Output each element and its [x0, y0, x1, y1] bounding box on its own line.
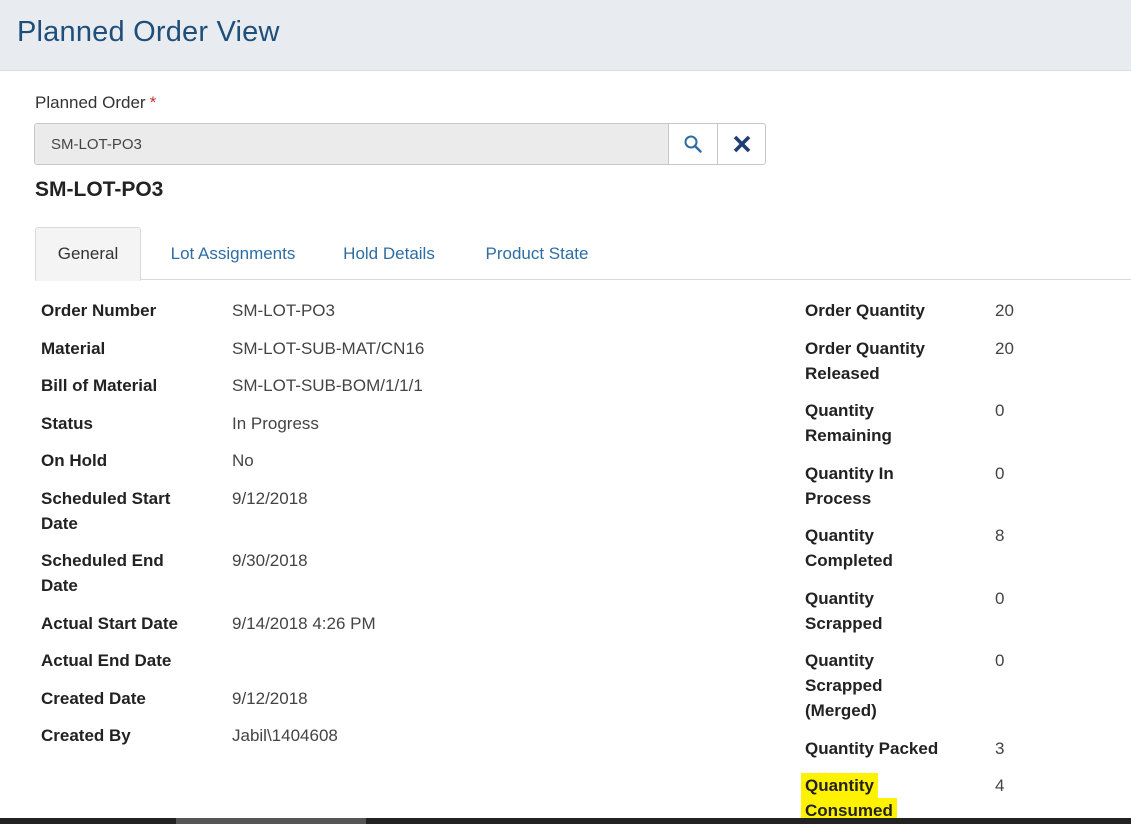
quantity-packed-value: 3 — [995, 739, 1005, 758]
planned-order-input[interactable]: SM-LOT-PO3 — [35, 124, 669, 164]
quantity-scrapped-label-line: Scrapped — [805, 614, 883, 633]
tab-hold-details[interactable]: Hold Details — [331, 227, 447, 280]
scheduled-start-date-label-line: Date — [41, 514, 78, 533]
quantity-consumed-label-text: Quantity — [805, 776, 874, 795]
order-number-value: SM-LOT-PO3 — [232, 301, 335, 320]
planned-order-label: Planned Order * — [35, 93, 156, 113]
material-value: SM-LOT-SUB-MAT/CN16 — [232, 339, 425, 358]
order-quantity-released-label-line: Order Quantity — [805, 339, 925, 358]
actual-start-date-value: 9/14/2018 4:26 PM — [232, 614, 376, 633]
quantity-scrapped-merged-label: Quantity Scrapped (Merged) — [805, 648, 882, 723]
material-label: Material — [41, 339, 106, 358]
quantity-remaining-value: 0 — [995, 401, 1005, 420]
quantity-in-process-label: Quantity In Process — [805, 461, 894, 511]
bottom-scrollbar-thumb[interactable] — [176, 818, 366, 824]
order-quantity-label: Order Quantity — [805, 301, 925, 320]
order-quantity-released-label-line: Released — [805, 364, 880, 383]
scheduled-end-date-label-line: Date — [41, 576, 78, 595]
order-quantity-value: 20 — [995, 301, 1014, 320]
created-by-value: Jabil\1404608 — [232, 726, 338, 745]
tab-product-state[interactable]: Product State — [471, 227, 603, 280]
created-date-value: 9/12/2018 — [232, 689, 308, 708]
created-by-label: Created By — [41, 726, 131, 745]
quantity-consumed-value: 4 — [995, 776, 1005, 795]
quantity-scrapped-merged-label-line: (Merged) — [805, 701, 877, 720]
planned-order-label-text: Planned Order — [35, 93, 146, 112]
tab-lot-assignments[interactable]: Lot Assignments — [153, 227, 313, 280]
order-number-label: Order Number — [41, 301, 157, 320]
scheduled-start-date-value: 9/12/2018 — [232, 489, 308, 508]
search-button[interactable] — [669, 124, 717, 164]
quantity-completed-label-line: Completed — [805, 551, 893, 570]
quantity-scrapped-merged-label-line: Scrapped — [805, 676, 883, 695]
quantity-scrapped-label: Quantity Scrapped — [805, 586, 882, 636]
search-icon — [684, 135, 702, 153]
quantity-completed-label-line: Quantity — [805, 526, 874, 545]
scheduled-end-date-value: 9/30/2018 — [232, 551, 308, 570]
scheduled-start-date-label-line: Scheduled Start — [41, 489, 171, 508]
quantity-in-process-label-line: Process — [805, 489, 872, 508]
on-hold-value: No — [232, 451, 254, 470]
on-hold-label: On Hold — [41, 451, 108, 470]
status-value: In Progress — [232, 414, 319, 433]
quantity-packed-label: Quantity Packed — [805, 739, 939, 758]
quantity-remaining-label-line: Remaining — [805, 426, 892, 445]
planned-order-lookup: SM-LOT-PO3 — [34, 123, 766, 165]
quantity-scrapped-label-line: Quantity — [805, 589, 874, 608]
required-marker: * — [149, 93, 157, 112]
bill-of-material-label: Bill of Material — [41, 376, 158, 395]
status-label: Status — [41, 414, 93, 433]
scheduled-start-date-label: Scheduled Start Date — [41, 486, 170, 536]
tab-bar: General Lot Assignments Hold Details Pro… — [35, 227, 1131, 281]
page-title: Planned Order View — [17, 16, 280, 48]
quantity-completed-label: Quantity Completed — [805, 523, 893, 573]
tab-general[interactable]: General — [35, 227, 141, 281]
quantity-consumed-label: Quantity Consumed — [801, 773, 897, 823]
actual-start-date-label: Actual Start Date — [41, 614, 178, 633]
scheduled-end-date-label: Scheduled End Date — [41, 548, 164, 598]
page-header: Planned Order View — [0, 0, 1131, 71]
bottom-scrollbar-track[interactable] — [0, 818, 1131, 824]
quantity-scrapped-merged-value: 0 — [995, 651, 1005, 670]
bill-of-material-value: SM-LOT-SUB-BOM/1/1/1 — [232, 376, 423, 395]
scheduled-end-date-label-line: Scheduled End — [41, 551, 164, 570]
quantity-scrapped-value: 0 — [995, 589, 1005, 608]
quantity-scrapped-merged-label-line: Quantity — [805, 651, 874, 670]
actual-end-date-label: Actual End Date — [41, 651, 172, 670]
quantity-completed-value: 8 — [995, 526, 1005, 545]
order-quantity-released-label: Order Quantity Released — [805, 336, 925, 386]
clear-button[interactable] — [717, 124, 765, 164]
created-date-label: Created Date — [41, 689, 146, 708]
order-quantity-released-value: 20 — [995, 339, 1014, 358]
close-icon — [733, 135, 750, 153]
record-title: SM-LOT-PO3 — [35, 178, 164, 201]
quantity-in-process-value: 0 — [995, 464, 1005, 483]
quantity-in-process-label-line: Quantity In — [805, 464, 894, 483]
quantity-remaining-label-line: Quantity — [805, 401, 874, 420]
quantity-remaining-label: Quantity Remaining — [805, 398, 892, 448]
quantity-consumed-label-line: Quantity — [801, 773, 878, 798]
